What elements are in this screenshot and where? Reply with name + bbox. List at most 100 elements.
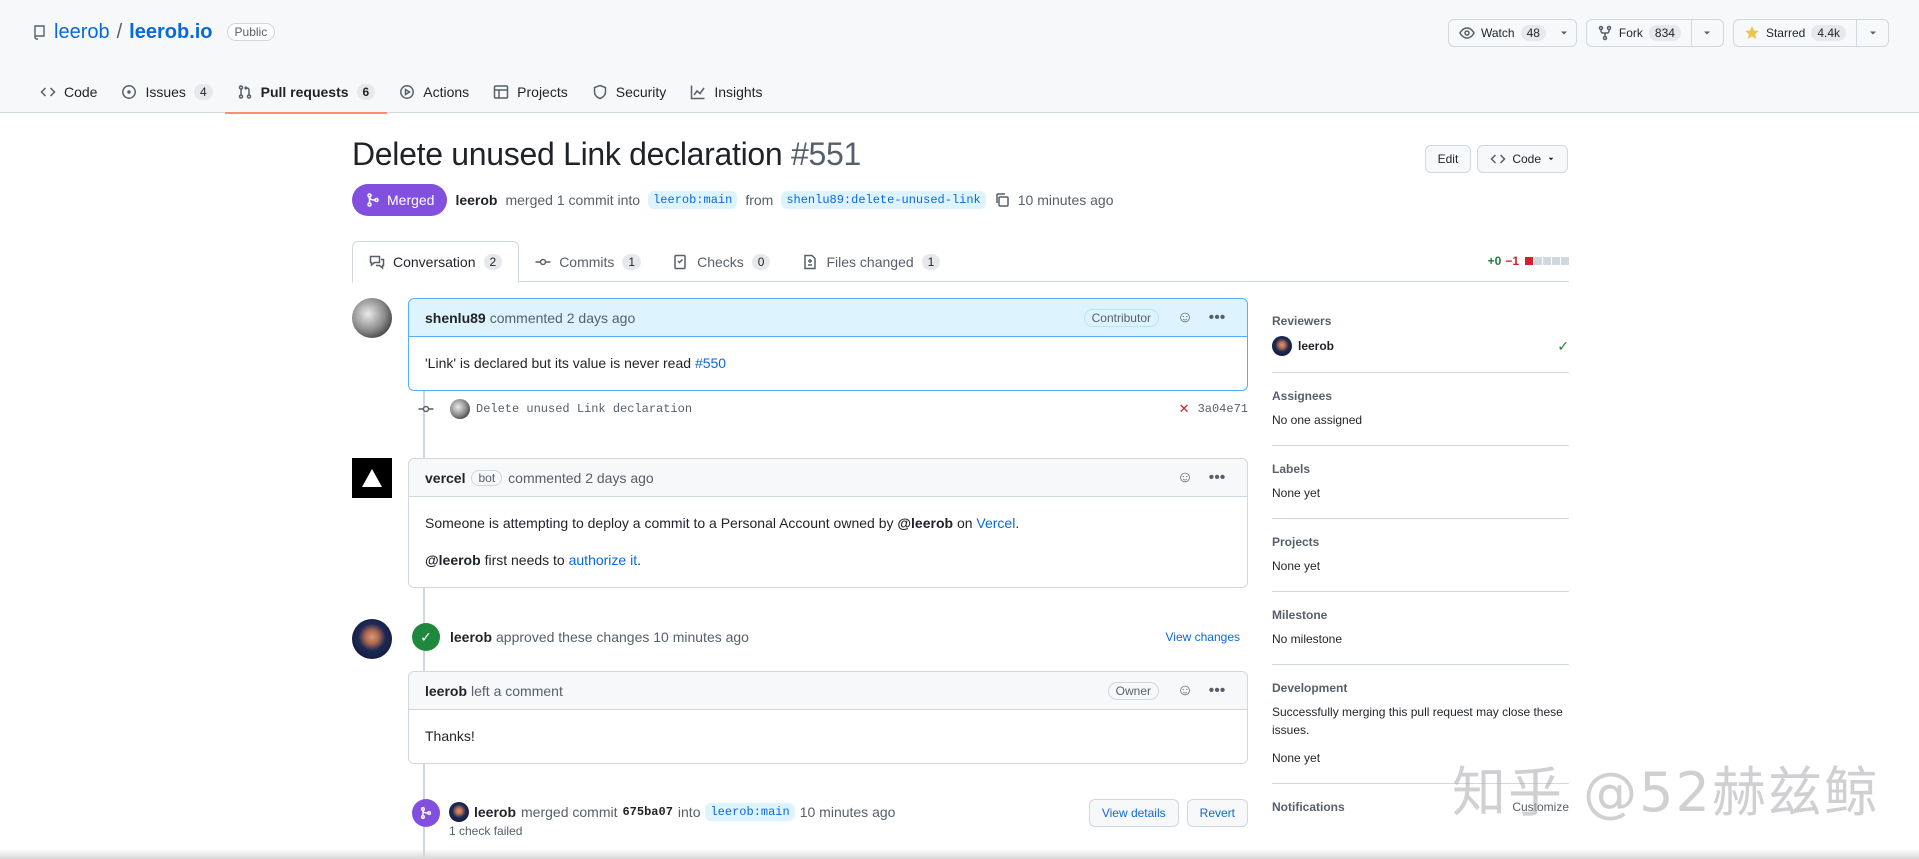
merged-state-badge: Merged [352,184,448,216]
tab-checks[interactable]: Checks 0 [657,241,786,282]
tab-files-changed[interactable]: Files changed 1 [786,241,956,282]
assignees-value: No one assigned [1272,413,1363,427]
review-event: ✓ leerob approved these changes 10 minut… [408,621,1248,653]
commit-icon [418,405,434,413]
watch-dropdown[interactable] [1552,20,1576,46]
head-branch-link[interactable]: shenlu89:delete-unused-link [781,191,986,209]
tab-commits[interactable]: Commits 1 [519,241,657,282]
chevron-down-icon [1704,31,1711,35]
fork-count: 834 [1648,25,1681,41]
merge-commit-sha[interactable]: 675ba07 [622,805,672,819]
code-dropdown-button[interactable]: Code [1477,145,1568,173]
comment-text: on [956,515,973,531]
review-author[interactable]: leerob [450,629,492,645]
reviewer-name[interactable]: leerob [1298,339,1334,353]
avatar-vercel[interactable] [352,458,392,498]
projects-heading[interactable]: Projects [1272,535,1569,549]
nav-security[interactable]: Security [580,70,679,113]
fork-label: Fork [1618,26,1643,40]
nav-issues[interactable]: Issues 4 [109,70,224,113]
reviewers-heading[interactable]: Reviewers [1272,314,1569,328]
edit-button[interactable]: Edit [1424,145,1472,173]
labels-heading[interactable]: Labels [1272,462,1569,476]
comment-author[interactable]: vercel [425,470,465,486]
assignees-heading[interactable]: Assignees [1272,389,1569,403]
nav-insights[interactable]: Insights [678,70,774,113]
smiley-icon[interactable]: ☺ [1171,679,1199,703]
commit-sha-group: ✕ 3a04e71 [1179,402,1248,417]
tab-files-label: Files changed [826,253,914,270]
vercel-link[interactable]: Vercel [976,515,1015,531]
fork-icon [1598,25,1612,41]
fork-button[interactable]: Fork 834 [1587,20,1691,46]
repo-name-link[interactable]: leerob.io [129,21,212,44]
watch-button[interactable]: Watch 48 [1449,20,1552,46]
issue-link[interactable]: #550 [695,355,726,371]
mention[interactable]: @leerob [425,552,481,568]
avatar-shenlu89[interactable] [352,298,392,338]
development-desc: Successfully merging this pull request m… [1272,705,1563,737]
authorize-link[interactable]: authorize it [569,552,637,568]
comment-author[interactable]: shenlu89 [425,310,486,326]
tab-conversation-label: Conversation [393,254,476,270]
diffstat-blocks [1525,257,1569,265]
assignees-title: Assignees [1272,389,1333,403]
avatar-small-shenlu89[interactable] [450,399,470,419]
pr-meta: Merged leerob merged 1 commit into leero… [352,184,1113,216]
nav-pull-requests[interactable]: Pull requests 6 [224,70,388,114]
smiley-icon[interactable]: ☺ [1171,466,1199,490]
merged-author[interactable]: leerob [474,804,516,820]
merged-event-text: leerob merged commit 675ba07 into leerob… [449,802,895,822]
avatar-small-leerob[interactable] [1272,336,1292,356]
development-heading[interactable]: Development [1272,681,1569,695]
comment-paragraph: @leerob first needs to authorize it. [425,550,1231,571]
check-icon: ✓ [1557,337,1569,354]
checklist-icon [674,254,686,269]
merge-target-branch[interactable]: leerob:main [705,803,795,821]
merged-actions: View details Revert [1088,799,1248,827]
nav-code-label: Code [64,83,98,100]
fork-dropdown[interactable] [1690,20,1723,46]
avatar-leerob[interactable] [352,619,392,659]
merged-by-link[interactable]: leerob [455,192,497,208]
x-icon[interactable]: ✕ [1179,402,1190,417]
view-details-button[interactable]: View details [1088,799,1179,827]
comment-body: 'Link' is declared but its value is neve… [409,337,1247,390]
milestone-value: No milestone [1272,632,1343,646]
star-button[interactable]: Starred 4.4k [1734,20,1856,46]
star-dropdown[interactable] [1856,20,1888,46]
base-branch-link[interactable]: leerob:main [648,191,738,209]
tab-conversation[interactable]: Conversation 2 [352,241,520,283]
nav-issues-count: 4 [193,83,213,100]
revert-button[interactable]: Revert [1186,799,1248,827]
check-status[interactable]: 1 check failed [449,824,522,838]
nav-actions[interactable]: Actions [387,70,481,113]
merged-time: 10 minutes ago [799,804,896,820]
commit-sha[interactable]: 3a04e71 [1198,402,1248,416]
kebab-menu-icon[interactable]: ••• [1203,466,1231,490]
diffstat-additions: +0 [1487,254,1502,268]
milestone-heading[interactable]: Milestone [1272,608,1569,622]
kebab-menu-icon[interactable]: ••• [1203,679,1231,703]
copy-icon[interactable] [994,192,1010,208]
pull-request-icon [238,84,251,99]
diffstat-deletions: −1 [1505,254,1519,268]
nav-code[interactable]: Code [28,70,109,113]
pr-title-text: Delete unused Link declaration [352,136,783,172]
comment-author[interactable]: leerob [425,683,467,699]
mention[interactable]: @leerob [897,515,953,531]
avatar-small-leerob[interactable] [449,802,469,822]
kebab-menu-icon[interactable]: ••• [1203,306,1231,330]
pr-actions: Edit Code [1424,145,1568,173]
assignees-section: Assignees No one assigned [1272,373,1569,446]
projects-value: None yet [1272,559,1321,573]
smiley-icon[interactable]: ☺ [1171,306,1199,330]
repo-separator: / [116,20,123,43]
commit-message[interactable]: Delete unused Link declaration [476,402,692,416]
view-changes-link[interactable]: View changes [1166,630,1241,644]
nav-projects[interactable]: Projects [481,70,580,113]
tab-checks-label: Checks [697,253,744,270]
repo-owner-link[interactable]: leerob [54,21,110,44]
repo-actions: Watch 48 Fork 834 Starred 4.4k [1448,19,1889,47]
diffstat: +0 −1 [1488,254,1569,268]
